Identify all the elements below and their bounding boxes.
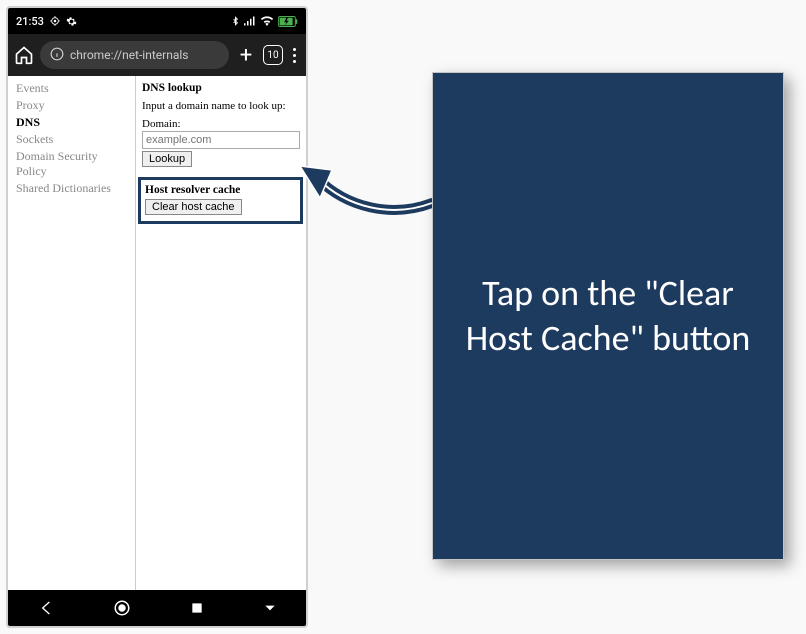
wifi-icon [260, 16, 274, 26]
sidebar-item-shared-dictionaries[interactable]: Shared Dictionaries [8, 180, 135, 197]
recents-nav-button[interactable] [190, 601, 204, 615]
sidebar-item-domain-security[interactable]: Domain Security Policy [8, 148, 135, 180]
browser-toolbar: chrome://net-internals + 10 [8, 34, 306, 76]
sidebar: Events Proxy DNS Sockets Domain Security… [8, 76, 136, 590]
domain-label: Domain: [142, 118, 300, 130]
sidebar-item-events[interactable]: Events [8, 80, 135, 97]
sidebar-item-dns[interactable]: DNS [8, 114, 135, 131]
dns-lookup-title: DNS lookup [142, 82, 300, 94]
domain-input[interactable] [142, 131, 300, 149]
settings-gear-icon [66, 16, 77, 27]
site-info-icon[interactable] [50, 47, 64, 64]
tab-count-value: 10 [267, 50, 278, 61]
lookup-button[interactable]: Lookup [142, 151, 192, 167]
browser-menu-button[interactable] [289, 48, 300, 63]
drawer-nav-button[interactable] [263, 601, 277, 615]
instruction-callout: Tap on the "Clear Host Cache" button [432, 72, 784, 560]
url-text: chrome://net-internals [70, 48, 188, 62]
sidebar-item-sockets[interactable]: Sockets [8, 131, 135, 148]
home-nav-button[interactable] [113, 599, 131, 617]
host-resolver-cache-section: Host resolver cache Clear host cache [138, 177, 303, 224]
content-area: Events Proxy DNS Sockets Domain Security… [8, 76, 306, 590]
back-nav-button[interactable] [38, 600, 54, 616]
callout-arrow-icon [292, 148, 442, 228]
bluetooth-icon [231, 15, 240, 27]
signal-strength-icon [244, 16, 256, 26]
callout-text: Tap on the "Clear Host Cache" button [463, 271, 753, 361]
clear-host-cache-button[interactable]: Clear host cache [145, 199, 242, 215]
new-tab-button[interactable]: + [235, 43, 257, 68]
host-cache-title: Host resolver cache [145, 184, 296, 196]
location-icon [50, 16, 60, 26]
status-bar: 21:53 [8, 8, 306, 34]
dns-lookup-instruction: Input a domain name to look up: [142, 100, 300, 112]
status-time: 21:53 [16, 15, 44, 28]
battery-icon [278, 16, 298, 27]
home-button[interactable] [14, 45, 34, 65]
sidebar-item-proxy[interactable]: Proxy [8, 97, 135, 114]
tab-switcher-button[interactable]: 10 [263, 45, 283, 65]
address-bar[interactable]: chrome://net-internals [40, 41, 229, 69]
main-panel: DNS lookup Input a domain name to look u… [136, 76, 306, 590]
android-nav-bar [8, 590, 306, 626]
phone-frame: 21:53 [6, 6, 308, 628]
